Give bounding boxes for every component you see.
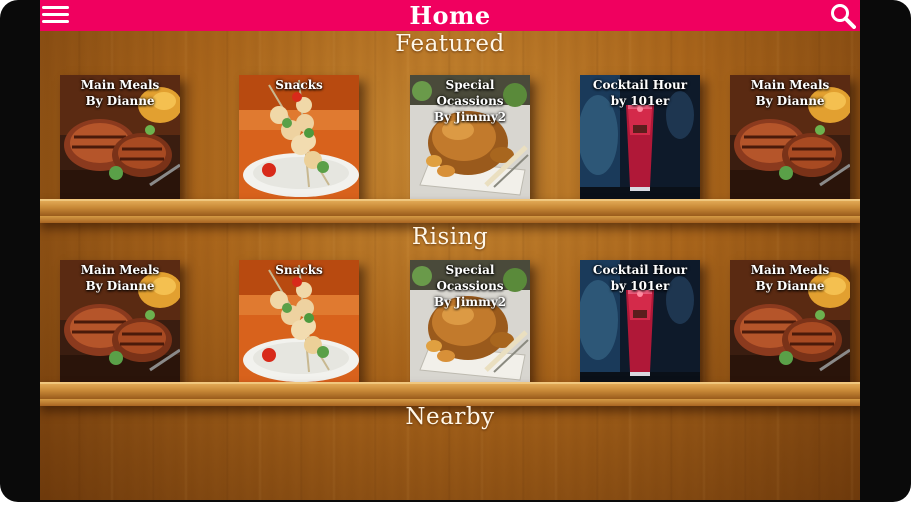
shelf-board-rising	[40, 382, 860, 406]
featured-card-snacks[interactable]: Snacks	[239, 75, 359, 200]
skewers-image	[239, 260, 359, 385]
device-frame: Home Featured Main Meals By Dianne Snacks…	[0, 0, 911, 502]
card-title: Main Meals	[750, 263, 830, 277]
top-app-bar: Home	[40, 0, 860, 31]
featured-card-main-meals-2[interactable]: Main Meals By Dianne	[730, 75, 850, 200]
page-title: Home	[409, 1, 491, 30]
section-title-nearby: Nearby	[405, 404, 495, 430]
card-title: Special Ocassions	[436, 78, 504, 108]
card-author: by 101er	[610, 94, 670, 108]
featured-card-main-meals[interactable]: Main Meals By Dianne	[60, 75, 180, 200]
card-author: By Dianne	[85, 94, 155, 108]
section-title-featured: Featured	[395, 31, 505, 57]
card-title: Special Ocassions	[436, 263, 504, 293]
featured-card-special-ocassions[interactable]: Special Ocassions By Jimmy2	[410, 75, 530, 200]
card-title: Main Meals	[80, 78, 160, 92]
rising-card-main-meals[interactable]: Main Meals By Dianne	[60, 260, 180, 385]
card-author: by 101er	[610, 279, 670, 293]
card-title: Snacks	[275, 263, 323, 277]
card-title: Cocktail Hour	[592, 263, 688, 277]
card-title: Cocktail Hour	[592, 78, 688, 92]
rising-card-snacks[interactable]: Snacks	[239, 260, 359, 385]
card-title: Main Meals	[80, 263, 160, 277]
card-title: Main Meals	[750, 78, 830, 92]
app-screen: Home Featured Main Meals By Dianne Snacks…	[40, 0, 860, 500]
rising-card-special-ocassions[interactable]: Special Ocassions By Jimmy2	[410, 260, 530, 385]
featured-card-cocktail-hour[interactable]: Cocktail Hour by 101er	[580, 75, 700, 200]
card-author: By Dianne	[755, 94, 825, 108]
shelf-board-featured	[40, 199, 860, 223]
card-author: By Jimmy2	[433, 295, 507, 309]
rising-card-main-meals-2[interactable]: Main Meals By Dianne	[730, 260, 850, 385]
skewers-image	[239, 75, 359, 200]
rising-card-cocktail-hour[interactable]: Cocktail Hour by 101er	[580, 260, 700, 385]
section-title-rising: Rising	[411, 224, 489, 250]
search-icon[interactable]	[830, 3, 856, 29]
card-author: By Dianne	[85, 279, 155, 293]
card-author: By Dianne	[755, 279, 825, 293]
card-title: Snacks	[275, 78, 323, 92]
card-author: By Jimmy2	[433, 110, 507, 124]
